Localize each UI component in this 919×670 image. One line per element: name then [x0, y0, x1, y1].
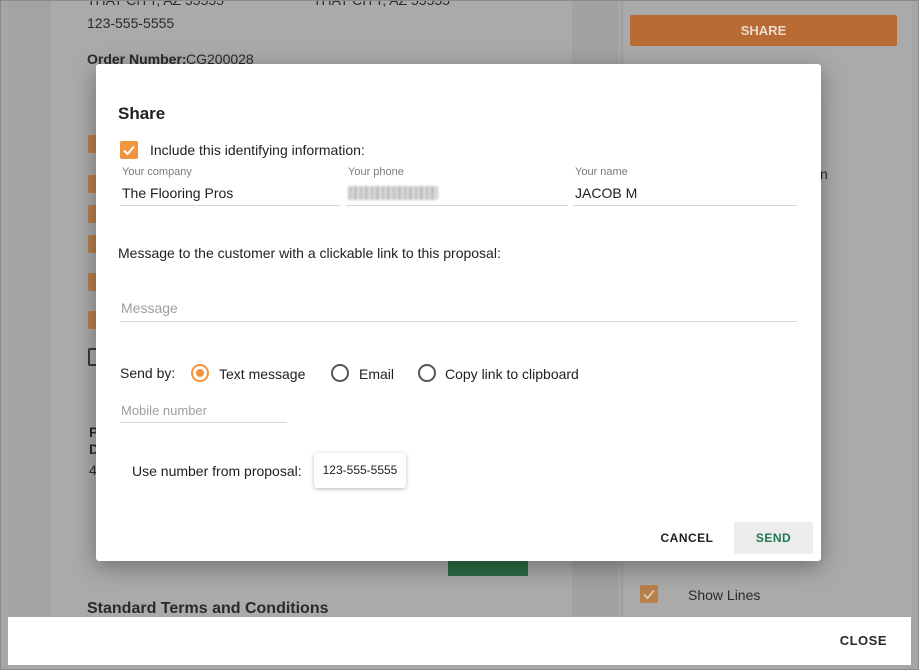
- dialog-title: Share: [118, 104, 166, 123]
- include-info-label: Include this identifying information:: [150, 142, 365, 158]
- radio-copy-link-label[interactable]: Copy link to clipboard: [445, 366, 579, 382]
- radio-email-label[interactable]: Email: [359, 366, 394, 382]
- cancel-button[interactable]: CANCEL: [656, 523, 718, 553]
- customer-phone: 123-555-5555: [87, 15, 175, 31]
- address-right: THAT CITY, AZ 55555: [313, 0, 450, 8]
- name-field[interactable]: Your name JACOB M: [573, 166, 797, 206]
- phone-field[interactable]: Your phone: [346, 166, 568, 206]
- radio-email[interactable]: [331, 364, 349, 382]
- terms-title: Standard Terms and Conditions: [87, 600, 329, 617]
- message-input[interactable]: [120, 294, 797, 322]
- show-lines-checkbox[interactable]: [640, 585, 658, 603]
- address-left: THAT CITY, AZ 55555: [87, 0, 224, 8]
- name-field-value: JACOB M: [575, 185, 638, 201]
- use-proposal-number-button[interactable]: 123-555-5555: [314, 453, 406, 488]
- company-field[interactable]: Your company The Flooring Pros: [120, 166, 340, 206]
- share-dialog: Share Include this identifying informati…: [96, 64, 821, 561]
- phone-field-label: Your phone: [348, 166, 404, 178]
- check-icon: [643, 589, 655, 600]
- close-button[interactable]: CLOSE: [840, 633, 887, 648]
- include-info-checkbox[interactable]: [120, 141, 138, 159]
- company-field-value: The Flooring Pros: [122, 185, 234, 201]
- use-number-label: Use number from proposal:: [132, 463, 302, 479]
- message-prompt: Message to the customer with a clickable…: [118, 245, 501, 261]
- send-button[interactable]: SEND: [734, 522, 813, 554]
- bottom-bar: CLOSE: [8, 617, 911, 665]
- radio-text-message[interactable]: [191, 364, 209, 382]
- check-icon: [123, 145, 135, 156]
- show-lines-label: Show Lines: [688, 587, 761, 603]
- name-field-label: Your name: [575, 166, 628, 178]
- radio-copy-link[interactable]: [418, 364, 436, 382]
- field-underline: [573, 205, 797, 206]
- radio-text-message-label[interactable]: Text message: [219, 366, 305, 382]
- phone-field-redacted-value: [348, 186, 438, 200]
- field-underline: [120, 205, 340, 206]
- partial-text: n: [820, 166, 828, 182]
- send-by-label: Send by:: [120, 365, 176, 381]
- company-field-label: Your company: [122, 166, 192, 178]
- mobile-number-input[interactable]: [120, 399, 287, 423]
- left-gutter: [8, 0, 51, 616]
- field-underline: [346, 205, 568, 206]
- share-button[interactable]: SHARE: [630, 15, 897, 46]
